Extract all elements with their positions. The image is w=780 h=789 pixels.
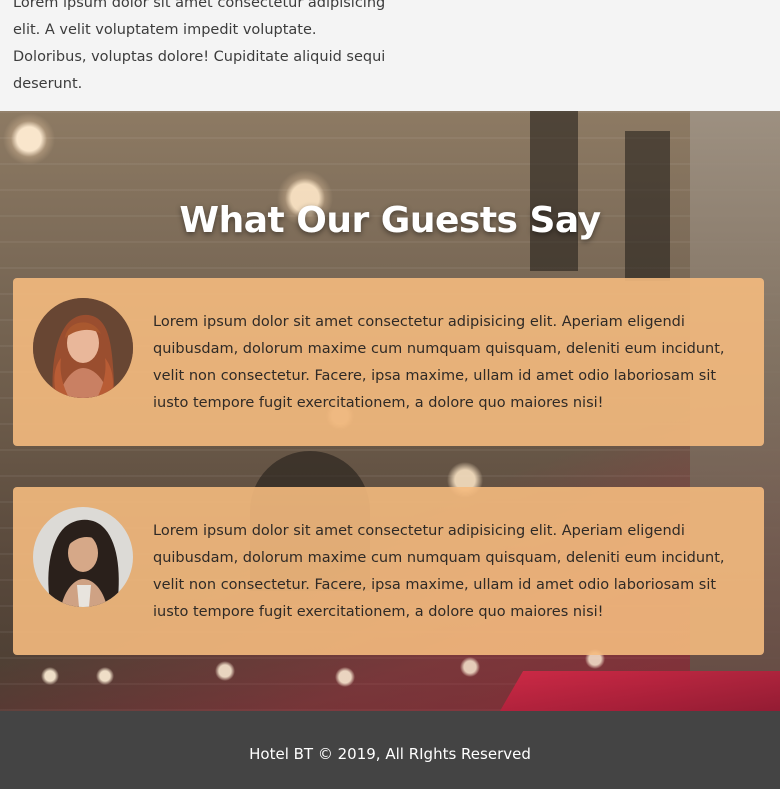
intro-text: Lorem ipsum dolor sit amet consectetur a… xyxy=(13,0,386,92)
testimonial-card: Lorem ipsum dolor sit amet consectetur a… xyxy=(13,278,764,446)
testimonial-text: Lorem ipsum dolor sit amet consectetur a… xyxy=(153,314,725,411)
background-awning xyxy=(500,671,780,711)
testimonial-card: Lorem ipsum dolor sit amet consectetur a… xyxy=(13,487,764,655)
avatar xyxy=(33,298,133,398)
testimonial-text: Lorem ipsum dolor sit amet consectetur a… xyxy=(153,523,725,620)
background-window xyxy=(530,111,578,271)
footer-copyright: Hotel BT © 2019, All RIghts Reserved xyxy=(249,745,531,763)
testimonials-section: What Our Guests Say Lorem ipsum dolor si… xyxy=(0,111,780,711)
intro-section: Lorem ipsum dolor sit amet consectetur a… xyxy=(0,0,780,111)
footer: Hotel BT © 2019, All RIghts Reserved xyxy=(0,711,780,789)
section-title: What Our Guests Say xyxy=(179,200,601,241)
avatar xyxy=(33,507,133,607)
